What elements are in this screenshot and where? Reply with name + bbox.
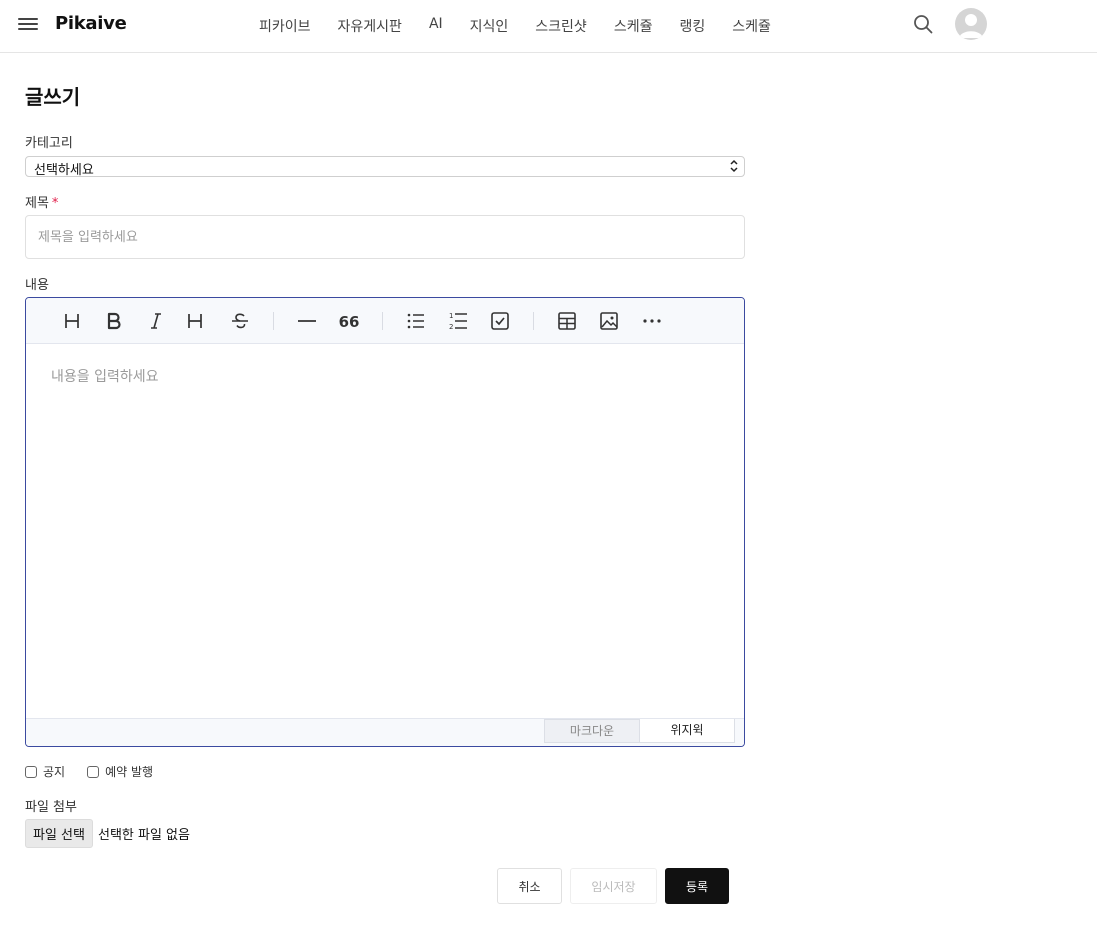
cancel-button[interactable]: 취소	[497, 868, 562, 904]
nav-item-pikaive[interactable]: 피카이브	[259, 16, 311, 36]
title-label: 제목 *	[25, 192, 58, 211]
required-mark: *	[51, 196, 59, 211]
notice-label: 공지	[43, 765, 66, 779]
strikethrough-icon[interactable]	[229, 310, 251, 332]
attach-label: 파일 첨부	[25, 800, 77, 815]
submit-button[interactable]: 등록	[665, 868, 729, 904]
file-select-button[interactable]: 파일 선택	[25, 819, 93, 848]
content-input[interactable]: 내용을 입력하세요	[51, 366, 159, 386]
table-icon[interactable]	[556, 310, 578, 332]
nav-item-ranking[interactable]: 랭킹	[679, 16, 705, 36]
category-label: 카테고리	[25, 136, 73, 151]
heading-2-icon[interactable]	[184, 310, 206, 332]
nav-item-schedule[interactable]: 스케쥴	[614, 16, 653, 36]
main-nav: 피카이브 자유게시판 AI 지식인 스크린샷 스케쥴 랭킹 스케쥴	[259, 16, 798, 36]
file-status: 선택한 파일 없음	[97, 828, 190, 843]
file-attach-row: 파일 선택 선택한 파일 없음	[25, 819, 190, 848]
category-selected-value: 선택하세요	[34, 163, 94, 178]
content-editor: 66 12 내용을 입력하세요 마크다운 위지윅	[25, 297, 745, 747]
italic-icon[interactable]	[145, 310, 167, 332]
svg-text:66: 66	[339, 313, 360, 331]
title-label-text: 제목	[25, 196, 49, 211]
bold-icon[interactable]	[103, 310, 125, 332]
user-avatar[interactable]	[955, 8, 987, 40]
post-options: 공지 예약 발행	[25, 763, 175, 780]
top-header: Pikaive 피카이브 자유게시판 AI 지식인 스크린샷 스케쥴 랭킹 스케…	[0, 0, 1097, 53]
chevron-updown-icon	[729, 159, 739, 173]
toolbar-divider	[273, 312, 274, 330]
nav-item-schedule-2[interactable]: 스케쥴	[732, 16, 771, 36]
svg-text:2: 2	[449, 323, 453, 331]
quote-icon[interactable]: 66	[338, 310, 360, 332]
notice-option[interactable]: 공지	[25, 763, 65, 780]
notice-checkbox[interactable]	[25, 765, 37, 778]
site-logo[interactable]: Pikaive	[55, 13, 127, 34]
image-icon[interactable]	[598, 310, 620, 332]
scheduled-checkbox[interactable]	[87, 765, 100, 778]
bullet-list-icon[interactable]	[405, 310, 427, 332]
heading-icon[interactable]	[61, 310, 83, 332]
markdown-tab[interactable]: 마크다운	[544, 719, 640, 743]
scheduled-option[interactable]: 예약 발행	[87, 763, 153, 780]
scheduled-label: 예약 발행	[105, 765, 154, 779]
page-title: 글쓰기	[25, 85, 81, 109]
nav-item-free-board[interactable]: 자유게시판	[338, 16, 402, 36]
toolbar-divider	[533, 312, 534, 330]
draft-button[interactable]: 임시저장	[570, 868, 657, 904]
menu-icon[interactable]	[18, 15, 38, 35]
nav-item-ai[interactable]: AI	[429, 16, 443, 36]
numbered-list-icon[interactable]: 12	[447, 310, 469, 332]
toolbar-divider	[382, 312, 383, 330]
more-options-icon[interactable]	[641, 310, 663, 332]
editor-toolbar: 66 12	[26, 298, 744, 344]
task-list-icon[interactable]	[489, 310, 511, 332]
title-input[interactable]	[25, 215, 745, 259]
search-icon[interactable]	[912, 13, 934, 35]
nav-item-knowledge[interactable]: 지식인	[470, 16, 509, 36]
svg-text:1: 1	[449, 312, 453, 320]
editor-mode-bar: 마크다운 위지윅	[26, 718, 744, 746]
content-label: 내용	[25, 278, 49, 293]
nav-item-screenshot[interactable]: 스크린샷	[535, 16, 587, 36]
wysiwyg-tab[interactable]: 위지윅	[639, 719, 735, 743]
horizontal-rule-icon[interactable]	[296, 310, 318, 332]
category-select[interactable]: 선택하세요	[25, 156, 745, 178]
